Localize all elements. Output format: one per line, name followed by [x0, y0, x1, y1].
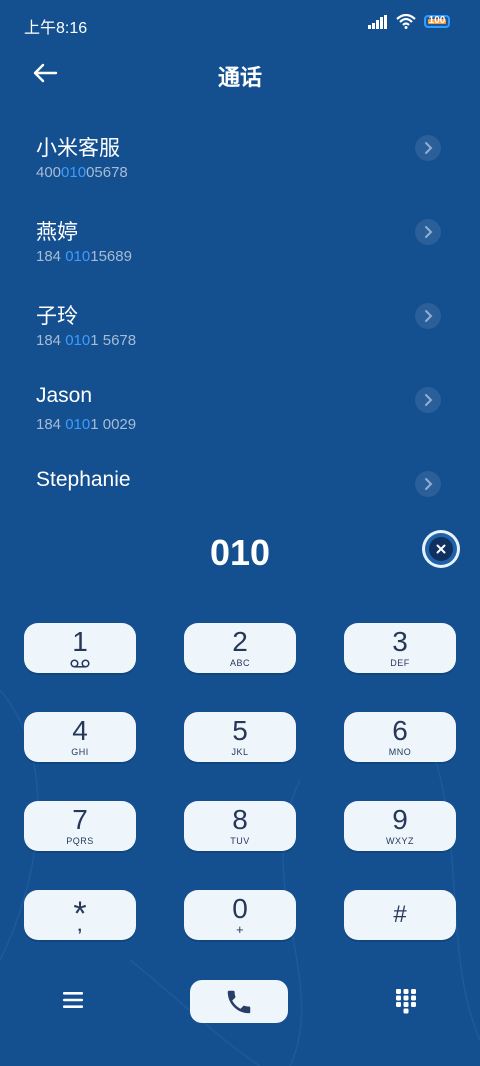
- phone-icon: [227, 990, 251, 1014]
- chevron-right-icon[interactable]: [415, 387, 441, 413]
- key-hash[interactable]: #: [344, 890, 456, 940]
- contact-row[interactable]: Stephanie: [0, 454, 480, 538]
- wifi-icon: [396, 14, 416, 29]
- contact-name: 子玲: [36, 305, 78, 328]
- contact-number: 184 01015689: [36, 248, 132, 265]
- chevron-right-icon[interactable]: [415, 303, 441, 329]
- status-bar: 上午8:16 100: [0, 0, 480, 44]
- page-title: 通话: [217, 65, 262, 90]
- header: 通话: [0, 48, 480, 98]
- contact-number: 40001005678: [36, 164, 128, 181]
- call-button[interactable]: [190, 980, 288, 1023]
- key-5[interactable]: 5 JKL: [184, 712, 296, 762]
- contact-row[interactable]: 小米客服 40001005678: [0, 118, 480, 202]
- chevron-right-icon[interactable]: [415, 471, 441, 497]
- key-0[interactable]: 0 +: [184, 890, 296, 940]
- voicemail-icon: [70, 659, 90, 668]
- contact-name: Jason: [36, 384, 93, 407]
- contact-row[interactable]: 子玲 184 0101 5678: [0, 286, 480, 370]
- clear-button[interactable]: [422, 530, 460, 568]
- dialed-number: 010: [209, 532, 271, 573]
- bottom-action-bar: [0, 978, 480, 1028]
- signal-icon: [368, 14, 387, 29]
- chevron-right-icon[interactable]: [415, 219, 441, 245]
- chevron-right-icon[interactable]: [415, 135, 441, 161]
- contact-row[interactable]: 燕婷 184 01015689: [0, 202, 480, 286]
- key-6[interactable]: 6 MNO: [344, 712, 456, 762]
- battery-icon: 100: [424, 15, 450, 28]
- contact-name: 小米客服: [36, 137, 120, 160]
- key-4[interactable]: 4 GHI: [24, 712, 136, 762]
- key-7[interactable]: 7 PQRS: [24, 801, 136, 851]
- contact-suggestion-list: 小米客服 40001005678 燕婷 184 01015689 子玲 184 …: [0, 118, 480, 538]
- menu-icon[interactable]: [62, 990, 84, 1010]
- battery-level: 100: [428, 15, 446, 26]
- status-time: 上午8:16: [24, 20, 88, 37]
- dialpad-icon[interactable]: [394, 988, 418, 1014]
- key-9[interactable]: 9 WXYZ: [344, 801, 456, 851]
- dialed-number-display: 010: [0, 530, 480, 576]
- key-1[interactable]: 1: [24, 623, 136, 673]
- key-3[interactable]: 3 DEF: [344, 623, 456, 673]
- contact-name: Stephanie: [36, 468, 131, 491]
- key-star[interactable]: * ,: [24, 890, 136, 940]
- key-8[interactable]: 8 TUV: [184, 801, 296, 851]
- contact-name: 燕婷: [36, 221, 78, 244]
- status-icons: 100: [368, 14, 450, 29]
- contact-number: 184 0101 5678: [36, 332, 137, 349]
- contact-number: 184 0101 0029: [36, 416, 137, 433]
- contact-row[interactable]: Jason 184 0101 0029: [0, 370, 480, 454]
- close-icon: [429, 537, 453, 561]
- key-2[interactable]: 2 ABC: [184, 623, 296, 673]
